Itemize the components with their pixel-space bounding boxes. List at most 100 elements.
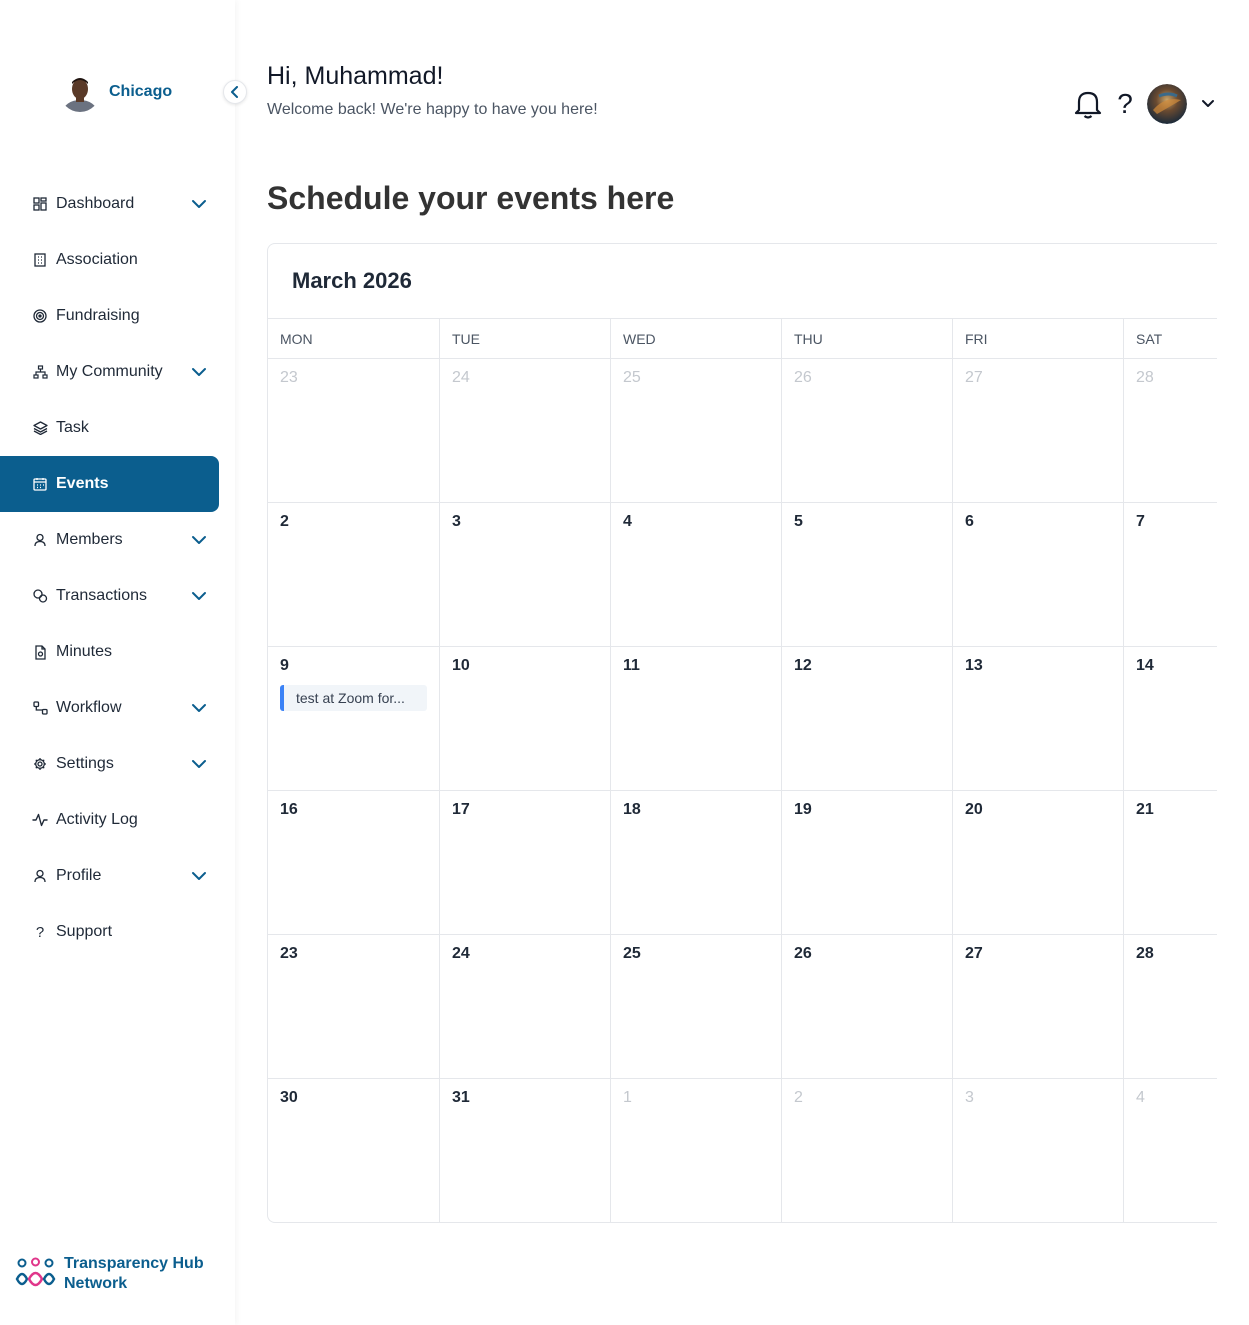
calendar-day-cell[interactable]: 7: [1124, 503, 1217, 647]
calendar-day-cell[interactable]: 4: [1124, 1079, 1217, 1222]
calendar-day-cell[interactable]: 28: [1124, 359, 1217, 503]
sidebar-item-support[interactable]: ? Support: [0, 904, 235, 960]
calendar-day-cell[interactable]: 14: [1124, 647, 1217, 791]
help-button[interactable]: ?: [1117, 88, 1133, 120]
calendar-day-cell[interactable]: 13: [953, 647, 1124, 791]
chevron-down-icon[interactable]: [190, 588, 208, 604]
calendar-icon: [32, 476, 48, 492]
day-number: 18: [623, 801, 641, 818]
day-number: 28: [1136, 945, 1154, 962]
day-number: 27: [965, 369, 983, 386]
chevron-down-icon[interactable]: [190, 756, 208, 772]
sidebar-item-dashboard[interactable]: Dashboard: [0, 176, 235, 232]
calendar-day-cell[interactable]: 19: [782, 791, 953, 935]
calendar-weekday-header: MON TUE WED THU FRI SAT: [268, 319, 1217, 359]
weekday-label: FRI: [953, 319, 1124, 358]
calendar-day-cell[interactable]: 31: [440, 1079, 611, 1222]
sidebar-item-workflow[interactable]: Workflow: [0, 680, 235, 736]
chevron-down-icon[interactable]: [190, 196, 208, 212]
calendar-day-cell[interactable]: 30: [268, 1079, 440, 1222]
calendar-day-cell[interactable]: 5: [782, 503, 953, 647]
calendar-day-cell[interactable]: 23: [268, 359, 440, 503]
calendar-day-cell[interactable]: 25: [611, 935, 782, 1079]
calendar-day-cell[interactable]: 16: [268, 791, 440, 935]
calendar-day-cell[interactable]: 27: [953, 359, 1124, 503]
calendar-day-cell[interactable]: 17: [440, 791, 611, 935]
target-icon: [32, 308, 48, 324]
sidebar-item-profile[interactable]: Profile: [0, 848, 235, 904]
sidebar-item-label: Members: [56, 531, 123, 548]
chevron-down-icon[interactable]: [190, 532, 208, 548]
chevron-down-icon[interactable]: [1201, 97, 1215, 111]
sidebar-item-minutes[interactable]: Minutes: [0, 624, 235, 680]
calendar-day-cell[interactable]: 2: [782, 1079, 953, 1222]
org-switcher[interactable]: Chicago: [60, 72, 172, 112]
events-calendar: March 2026 MON TUE WED THU FRI SAT 23 24 2…: [267, 243, 1217, 1223]
org-avatar: [60, 72, 100, 112]
calendar-day-cell[interactable]: 3: [440, 503, 611, 647]
day-number: 4: [1136, 1089, 1145, 1106]
community-logo-icon: [15, 1257, 56, 1287]
sidebar-item-members[interactable]: Members: [0, 512, 235, 568]
calendar-day-cell[interactable]: 2: [268, 503, 440, 647]
gear-icon: [32, 756, 48, 772]
calendar-day-cell[interactable]: 24: [440, 935, 611, 1079]
calendar-day-cell[interactable]: 6: [953, 503, 1124, 647]
sidebar-item-my-community[interactable]: My Community: [0, 344, 235, 400]
sidebar-item-activity-log[interactable]: Activity Log: [0, 792, 235, 848]
day-number: 12: [794, 657, 812, 674]
chevron-down-icon[interactable]: [190, 364, 208, 380]
sidebar-item-settings[interactable]: Settings: [0, 736, 235, 792]
sidebar-item-label: Settings: [56, 755, 114, 772]
day-number: 23: [280, 945, 298, 962]
calendar-day-cell[interactable]: 3: [953, 1079, 1124, 1222]
notifications-button[interactable]: [1073, 88, 1103, 120]
chevron-down-icon[interactable]: [190, 700, 208, 716]
calendar-day-cell[interactable]: 11: [611, 647, 782, 791]
calendar-day-cell[interactable]: 18: [611, 791, 782, 935]
sidebar-item-fundraising[interactable]: Fundraising: [0, 288, 235, 344]
day-number: 25: [623, 369, 641, 386]
calendar-day-cell[interactable]: 4: [611, 503, 782, 647]
calendar-day-cell[interactable]: 28: [1124, 935, 1217, 1079]
chevron-down-icon[interactable]: [190, 868, 208, 884]
weekday-label: WED: [611, 319, 782, 358]
day-number: 25: [623, 945, 641, 962]
sidebar-item-label: Events: [56, 475, 109, 492]
day-number: 24: [452, 369, 470, 386]
calendar-day-cell[interactable]: 23: [268, 935, 440, 1079]
workflow-icon: [32, 700, 48, 716]
document-icon: [32, 644, 48, 660]
brand-name-line1: Transparency Hub: [64, 1255, 204, 1272]
event-chip[interactable]: test at Zoom for...: [280, 685, 427, 711]
coins-icon: [32, 588, 48, 604]
sidebar-item-task[interactable]: Task: [0, 400, 235, 456]
dashboard-icon: [32, 196, 48, 212]
calendar-day-cell[interactable]: 21: [1124, 791, 1217, 935]
calendar-day-cell[interactable]: 12: [782, 647, 953, 791]
calendar-day-cell[interactable]: 25: [611, 359, 782, 503]
sidebar-item-events[interactable]: Events: [0, 456, 219, 512]
user-avatar[interactable]: [1147, 84, 1187, 124]
chevron-left-icon: [231, 86, 238, 98]
day-number: 14: [1136, 657, 1154, 674]
day-number: 16: [280, 801, 298, 818]
sidebar-item-association[interactable]: Association: [0, 232, 235, 288]
calendar-day-cell[interactable]: 26: [782, 359, 953, 503]
sidebar-item-label: Transactions: [56, 587, 147, 604]
collapse-sidebar-button[interactable]: [223, 80, 247, 104]
day-number: 28: [1136, 369, 1154, 386]
calendar-day-cell[interactable]: 9 test at Zoom for...: [268, 647, 440, 791]
day-number: 1: [623, 1089, 632, 1106]
sidebar: Chicago Dashboard Association Fundraisin…: [0, 0, 247, 1325]
sidebar-item-transactions[interactable]: Transactions: [0, 568, 235, 624]
calendar-day-cell[interactable]: 1: [611, 1079, 782, 1222]
calendar-day-cell[interactable]: 26: [782, 935, 953, 1079]
day-number: 4: [623, 513, 632, 530]
calendar-day-cell[interactable]: 27: [953, 935, 1124, 1079]
day-number: 5: [794, 513, 803, 530]
calendar-day-cell[interactable]: 10: [440, 647, 611, 791]
question-icon: ?: [35, 923, 45, 941]
calendar-day-cell[interactable]: 24: [440, 359, 611, 503]
calendar-day-cell[interactable]: 20: [953, 791, 1124, 935]
